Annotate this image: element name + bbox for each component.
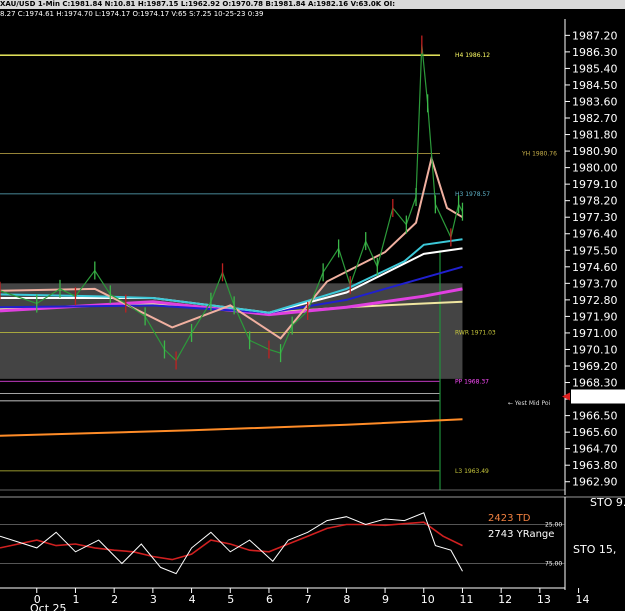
level-label-4: PP 1968.37	[455, 378, 489, 385]
price-tick-label-3: 1984.50	[572, 79, 618, 92]
level-label-0: H4 1986.12	[455, 52, 490, 59]
price-tick-label-26: 1963.80	[572, 459, 618, 472]
price-tick-label-6: 1981.80	[572, 129, 618, 142]
price-tick-label-7: 1980.90	[572, 145, 618, 158]
sto-text-yrange: 2743 YRange	[488, 529, 554, 540]
time-tick-label-13: 13	[537, 593, 551, 606]
price-tick-label-9: 1979.10	[572, 178, 618, 191]
time-date-label: Oct 25	[30, 602, 67, 611]
price-tick-label-21: 1968.30	[572, 377, 618, 390]
time-tick-label-10: 10	[421, 593, 435, 606]
sto-tick-label-1: 75.00	[545, 561, 562, 568]
time-tick-label-7: 7	[305, 593, 312, 606]
time-tick-label-11: 11	[459, 593, 473, 606]
sto-axis-label-1: STO 15,	[573, 543, 616, 556]
sto-slow-line	[0, 521, 463, 561]
time-tick-label-6: 6	[266, 593, 273, 606]
time-tick-label-14: 14	[576, 593, 590, 606]
price-plot-area	[0, 19, 565, 492]
time-tick-label-3: 3	[150, 593, 157, 606]
time-tick-label-5: 5	[227, 593, 234, 606]
price-tick-label-16: 1972.80	[572, 294, 618, 307]
price-tick-label-4: 1983.60	[572, 95, 618, 108]
time-tick-label-9: 9	[382, 593, 389, 606]
sto-axis-label-0: STO 9.3	[590, 496, 625, 509]
price-tick-label-19: 1970.10	[572, 343, 618, 356]
price-tick-label-2: 1985.40	[572, 62, 618, 75]
price-tick-label-11: 1977.30	[572, 211, 618, 224]
level-label-2: H3 1978.57	[455, 191, 490, 198]
price-tick-label-23: 1966.50	[572, 410, 618, 423]
level-label-5: ← Yest Mid Poi	[508, 400, 551, 407]
current-price-label: 1967.54	[574, 390, 620, 403]
price-tick-label-17: 1971.90	[572, 310, 618, 323]
sto-tick-label-0: 25.00	[545, 522, 562, 529]
price-tick-label-8: 1980.00	[572, 162, 618, 175]
time-tick-label-2: 2	[111, 593, 118, 606]
price-tick-label-5: 1982.70	[572, 112, 618, 125]
price-tick-label-12: 1976.40	[572, 228, 618, 241]
price-tick-label-24: 1965.60	[572, 426, 618, 439]
sto-fast-line	[0, 512, 463, 575]
price-tick-label-18: 1971.00	[572, 327, 618, 340]
price-tick-label-15: 1973.70	[572, 277, 618, 290]
sto-text-td: 2423 TD	[488, 513, 531, 524]
level-label-1: YH 1980.76	[521, 151, 557, 158]
level-label-3: RWR 1971.03	[455, 329, 496, 336]
time-tick-label-12: 12	[498, 593, 512, 606]
time-tick-label-8: 8	[343, 593, 350, 606]
price-tick-label-20: 1969.20	[572, 360, 618, 373]
price-tick-label-13: 1975.50	[572, 244, 618, 257]
price-tick-label-1: 1986.30	[572, 46, 618, 59]
price-tick-label-14: 1974.60	[572, 261, 618, 274]
time-tick-label-1: 1	[72, 593, 79, 606]
price-tick-label-10: 1978.20	[572, 195, 618, 208]
price-tick-label-25: 1964.70	[572, 443, 618, 456]
time-tick-label-4: 4	[189, 593, 196, 606]
level-label-6: L3 1963.49	[455, 468, 489, 475]
price-tick-label-0: 1987.20	[572, 29, 618, 42]
price-tick-label-27: 1962.90	[572, 476, 618, 489]
price-chart[interactable]: H4 1986.12 YH 1980.76 H3 1978.57 RWR 1971.0…	[0, 0, 625, 611]
